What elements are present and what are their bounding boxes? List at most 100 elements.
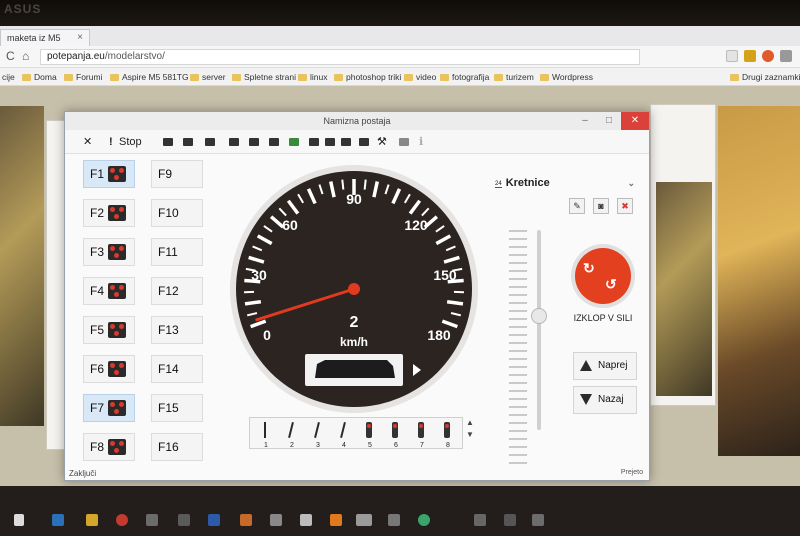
browser-tab[interactable]: maketa iz M5 × — [0, 29, 90, 46]
emergency-stop-button[interactable]: ↻ ↺ — [571, 244, 635, 308]
emergency-stop-icon: ↻ ↺ — [575, 248, 631, 304]
monitor-icon[interactable] — [359, 138, 369, 146]
function-key-f5[interactable]: F5 — [83, 316, 135, 344]
function-key-f14[interactable]: F14 — [151, 355, 203, 383]
start-icon[interactable] — [14, 514, 24, 526]
taskbar-app-icon[interactable] — [52, 514, 64, 526]
taskbar-app-icon[interactable] — [532, 514, 544, 526]
turnout-3[interactable]: 3 — [306, 418, 330, 450]
tab-close-icon[interactable]: × — [77, 32, 83, 43]
bookmark-item[interactable]: turizem — [494, 72, 534, 82]
back-icon[interactable]: C — [6, 49, 15, 63]
function-key-f6[interactable]: F6 — [83, 355, 135, 383]
delete-icon[interactable]: ✖ — [617, 198, 633, 214]
bookmark-item[interactable]: server — [190, 72, 226, 82]
turnout-2[interactable]: 2 — [280, 418, 304, 450]
list-icon[interactable] — [183, 138, 193, 146]
bookmark-item[interactable]: Wordpress — [540, 72, 593, 82]
bookmark-item[interactable]: Doma — [22, 72, 57, 82]
turnout-icon[interactable] — [205, 138, 215, 146]
bookmark-item[interactable]: cije — [2, 72, 15, 82]
function-key-f8[interactable]: F8 — [83, 433, 135, 461]
function-key-f10[interactable]: F10 — [151, 199, 203, 227]
turnout-1[interactable]: 1 — [254, 418, 278, 450]
window-close-icon[interactable]: ✕ — [621, 112, 649, 130]
table-icon[interactable] — [249, 138, 259, 146]
speed-unit: km/h — [340, 335, 368, 349]
forward-button[interactable]: Naprej — [573, 352, 637, 380]
taskbar-app-icon[interactable] — [504, 514, 516, 526]
turnout-4[interactable]: 4 — [332, 418, 356, 450]
turnout-scroll[interactable]: ▲ ▼ — [466, 417, 476, 441]
turnout-6[interactable]: 6 — [384, 418, 408, 450]
function-key-f2[interactable]: F2 — [83, 199, 135, 227]
info-icon[interactable]: ℹ — [419, 134, 423, 150]
taskbar-app-icon[interactable] — [270, 514, 282, 526]
calculator-icon[interactable] — [399, 138, 409, 146]
accessory-selector[interactable]: 24 Kretnice ⌄ — [495, 175, 635, 191]
bookmark-item[interactable]: Forumi — [64, 72, 102, 82]
address-bar[interactable]: potepanja.eu/modelarstvo/ — [40, 49, 640, 65]
taskbar-app-icon[interactable] — [474, 514, 486, 526]
folder-icon — [298, 74, 307, 81]
function-key-f13[interactable]: F13 — [151, 316, 203, 344]
tools-icon[interactable]: ⚒ — [377, 134, 387, 150]
turnout-panel: 1 2 3 4 5 6 7 8 — [249, 417, 463, 449]
function-key-f12[interactable]: F12 — [151, 277, 203, 305]
function-key-f11[interactable]: F11 — [151, 238, 203, 266]
edit-icon[interactable]: ✎ — [569, 198, 585, 214]
ev-icon[interactable] — [309, 138, 319, 146]
throttle-slider-track[interactable] — [537, 230, 541, 430]
maximize-icon[interactable]: □ — [597, 112, 621, 130]
camera-icon[interactable]: ◙ — [593, 198, 609, 214]
folder-icon — [64, 74, 73, 81]
function-key-f3[interactable]: F3 — [83, 238, 135, 266]
taskbar-app-icon[interactable] — [208, 514, 220, 526]
bookmark-item[interactable]: fotografija — [440, 72, 489, 82]
function-key-f7[interactable]: F7 — [83, 394, 135, 422]
turnout-5[interactable]: 5 — [358, 418, 382, 450]
chevron-down-icon[interactable]: ⌄ — [627, 175, 635, 191]
grid-icon[interactable] — [229, 138, 239, 146]
layout-icon[interactable] — [341, 138, 351, 146]
function-key-f9[interactable]: F9 — [151, 160, 203, 188]
bookmark-star-icon[interactable] — [726, 50, 738, 62]
taskbar-app-icon[interactable] — [418, 514, 430, 526]
turnout-7[interactable]: 7 — [410, 418, 434, 450]
home-icon[interactable]: ⌂ — [22, 49, 29, 63]
function-key-f1[interactable]: F1 — [83, 160, 135, 188]
taskbar-app-icon[interactable] — [330, 514, 342, 526]
taskbar-active-app-icon[interactable] — [356, 514, 372, 526]
throttle-slider-knob[interactable] — [531, 308, 547, 324]
taskbar-app-icon[interactable] — [240, 514, 252, 526]
function-key-f16[interactable]: F16 — [151, 433, 203, 461]
function-key-f15[interactable]: F15 — [151, 394, 203, 422]
taskbar-app-icon[interactable] — [300, 514, 312, 526]
stop-button[interactable]: Stop — [119, 134, 142, 150]
locomotive-icon[interactable] — [163, 138, 173, 146]
extension-icon[interactable] — [744, 50, 756, 62]
extension-icon-2[interactable] — [762, 50, 774, 62]
close-icon[interactable]: ✕ — [83, 134, 92, 150]
turnout-8[interactable]: 8 — [436, 418, 460, 450]
bookmark-item[interactable]: Drugi zaznamki — [730, 72, 800, 82]
taskbar-app-icon[interactable] — [86, 514, 98, 526]
stop-icon[interactable]: ! — [109, 134, 113, 150]
rows-icon[interactable] — [269, 138, 279, 146]
minimize-icon[interactable]: – — [573, 112, 597, 130]
taskbar-app-icon[interactable] — [388, 514, 400, 526]
reverse-button[interactable]: Nazaj — [573, 386, 637, 414]
bookmark-item[interactable]: Spletne strani — [232, 72, 296, 82]
tiles-icon[interactable] — [325, 138, 335, 146]
bookmark-item[interactable]: video — [404, 72, 436, 82]
bookmark-item[interactable]: linux — [298, 72, 327, 82]
bookmark-item[interactable]: photoshop triki — [334, 72, 401, 82]
menu-icon[interactable] — [780, 50, 792, 62]
taskbar-app-icon[interactable] — [146, 514, 158, 526]
function-key-f4[interactable]: F4 — [83, 277, 135, 305]
taskbar-app-icon[interactable] — [116, 514, 128, 526]
bookmark-item[interactable]: Aspire M5 581TG — [110, 72, 189, 82]
bookmarks-bar: cije Doma Forumi Aspire M5 581TG server … — [0, 68, 800, 86]
map-icon[interactable] — [289, 138, 299, 146]
taskbar-app-icon[interactable] — [178, 514, 190, 526]
